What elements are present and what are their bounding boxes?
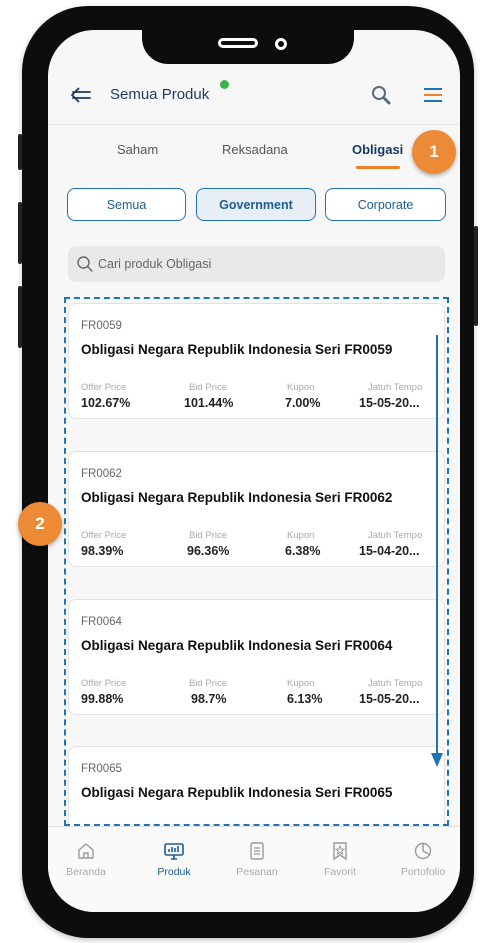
nav-label: Beranda [66, 866, 106, 878]
offer-price-label: Offer Price [81, 530, 127, 541]
nav-label: Produk [157, 866, 191, 878]
nav-pesanan[interactable]: Pesanan [222, 841, 292, 878]
phone-side-button [474, 226, 478, 326]
filter-corporate[interactable]: Corporate [325, 188, 446, 221]
bond-code: FR0062 [81, 468, 122, 480]
home-icon [78, 843, 94, 859]
kupon-value: 6.38% [285, 544, 321, 558]
bid-price-label: Bid Price [189, 382, 228, 393]
filter-icon[interactable] [422, 86, 444, 104]
bond-card-fr0064[interactable]: FR0064 Obligasi Negara Republik Indonesi… [68, 599, 445, 715]
filter-semua[interactable]: Semua [67, 188, 186, 221]
bond-card-fr0059[interactable]: FR0059 Obligasi Negara Republik Indonesi… [68, 303, 445, 419]
nav-favorit[interactable]: Favorit [305, 841, 375, 878]
offer-price-value: 98.39% [81, 544, 124, 558]
status-dot [220, 80, 229, 89]
camera-icon [275, 38, 287, 50]
filter-chips: Semua Government Corporate [48, 188, 460, 222]
nav-label: Portofolio [400, 866, 446, 878]
kupon-label: Kupon [287, 382, 315, 393]
orders-icon [250, 842, 264, 860]
bid-price-value: 96.36% [187, 544, 230, 558]
bond-code: FR0065 [81, 763, 122, 775]
jatuh-tempo-value: 15-05-20... [359, 396, 420, 410]
search-icon [77, 256, 93, 272]
nav-label: Favorit [323, 866, 357, 878]
bond-card-fr0062[interactable]: FR0062 Obligasi Negara Republik Indonesi… [68, 451, 445, 567]
header-divider [48, 124, 460, 125]
kupon-label: Kupon [287, 678, 315, 689]
bond-code: FR0064 [81, 616, 122, 628]
tab-obligasi[interactable]: Obligasi [352, 142, 403, 157]
jatuh-tempo-value: 15-05-20... [359, 692, 420, 706]
filter-government[interactable]: Government [196, 188, 316, 221]
jatuh-tempo-label: Jatuh Tempo [368, 530, 423, 541]
search-field[interactable] [68, 246, 445, 282]
nav-beranda[interactable]: Beranda [51, 841, 121, 878]
tab-reksadana[interactable]: Reksadana [222, 142, 288, 157]
phone-side-button [18, 286, 22, 348]
nav-label: Pesanan [236, 866, 278, 878]
favorite-icon [333, 842, 347, 861]
nav-produk[interactable]: Produk [139, 841, 209, 878]
offer-price-label: Offer Price [81, 678, 127, 689]
bid-price-label: Bid Price [189, 530, 228, 541]
bid-price-label: Bid Price [189, 678, 228, 689]
bond-code: FR0059 [81, 320, 122, 332]
phone-side-button [18, 202, 22, 264]
kupon-value: 7.00% [285, 396, 321, 410]
product-tabs: Saham Reksadana Obligasi [48, 142, 460, 176]
step-badge-1: 1 [412, 130, 456, 174]
bond-name: Obligasi Negara Republik Indonesia Seri … [81, 785, 393, 800]
bond-name: Obligasi Negara Republik Indonesia Seri … [81, 342, 393, 357]
tab-saham[interactable]: Saham [117, 142, 158, 157]
nav-portofolio[interactable]: Portofolio [388, 841, 458, 878]
scroll-down-arrow-icon [431, 335, 443, 767]
jatuh-tempo-label: Jatuh Tempo [368, 382, 423, 393]
step-badge-2: 2 [18, 502, 62, 546]
portfolio-icon [414, 842, 432, 860]
active-tab-indicator [356, 166, 400, 169]
phone-side-button [18, 134, 22, 170]
top-bar: Semua Produk [48, 78, 460, 122]
speaker-grille [218, 38, 258, 48]
search-input[interactable] [98, 246, 428, 282]
bond-name: Obligasi Negara Republik Indonesia Seri … [81, 490, 393, 505]
kupon-label: Kupon [287, 530, 315, 541]
search-icon[interactable] [370, 84, 392, 106]
app-screen: Semua Produk Saham Reksadana Obligasi Se… [48, 30, 460, 912]
page-title: Semua Produk [110, 86, 210, 103]
jatuh-tempo-label: Jatuh Tempo [368, 678, 423, 689]
back-arrow-icon[interactable] [68, 82, 94, 108]
bid-price-value: 101.44% [184, 396, 234, 410]
bottom-navigation: Beranda Produk Pesanan Favorit Portofoli… [48, 826, 460, 912]
bond-name: Obligasi Negara Republik Indonesia Seri … [81, 638, 393, 653]
offer-price-value: 102.67% [81, 396, 131, 410]
offer-price-label: Offer Price [81, 382, 127, 393]
kupon-value: 6.13% [287, 692, 323, 706]
phone-notch [142, 26, 354, 64]
offer-price-value: 99.88% [81, 692, 124, 706]
bid-price-value: 98.7% [191, 692, 227, 706]
products-icon [164, 843, 184, 860]
jatuh-tempo-value: 15-04-20... [359, 544, 420, 558]
